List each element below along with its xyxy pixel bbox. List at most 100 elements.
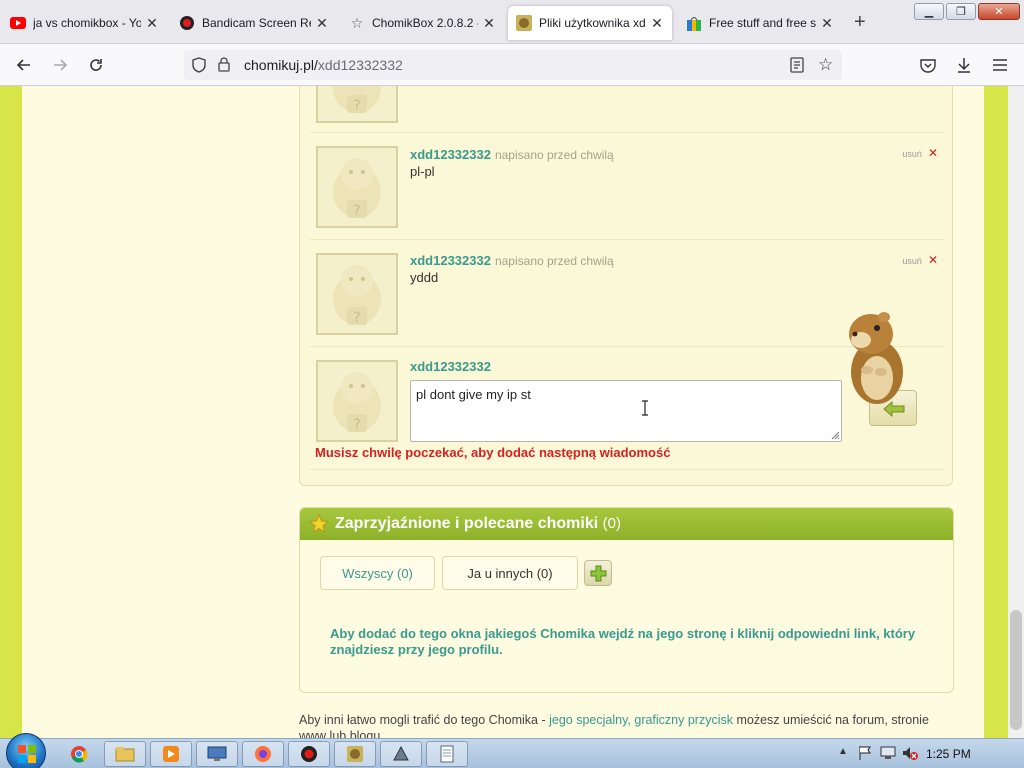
composer-author[interactable]: xdd12332332 <box>410 359 491 374</box>
svg-text:?: ? <box>353 203 360 219</box>
special-button-link[interactable]: jego specjalny, graficzny przycisk <box>549 713 733 727</box>
comment-partial: ? <box>310 86 944 133</box>
tab-label: Pliki użytkownika xdd <box>539 16 646 30</box>
text-cursor-icon <box>642 400 648 416</box>
browser-tab-bar: ja vs chomikbox - Yo ✕ Bandicam Screen R… <box>0 0 1024 44</box>
resize-grip-icon[interactable] <box>830 430 840 440</box>
volume-muted-icon[interactable] <box>902 745 918 764</box>
minimize-icon[interactable]: ▁ <box>914 3 944 20</box>
shield-icon[interactable] <box>192 57 206 76</box>
comment-text: pl-pl <box>410 164 435 179</box>
download-icon[interactable] <box>952 53 976 77</box>
youtube-icon <box>10 15 26 31</box>
app-taskbar-icon[interactable] <box>380 741 422 767</box>
windows-logo-icon <box>18 745 36 763</box>
reader-view-icon[interactable] <box>790 57 804 76</box>
lock-icon[interactable] <box>218 57 230 75</box>
restore-icon[interactable]: ❐ <box>946 3 976 20</box>
chrome-taskbar-icon[interactable] <box>58 741 100 767</box>
comment-textarea[interactable]: pl dont give my ip st <box>410 380 842 442</box>
firefox-taskbar-icon[interactable] <box>242 741 284 767</box>
comment-author[interactable]: xdd12332332 napisano przed chwilą <box>410 253 614 268</box>
navigation-bar: chomikuj.pl/xdd12332332 ☆ <box>0 44 1024 86</box>
star-icon <box>309 514 329 533</box>
start-button[interactable] <box>6 733 46 768</box>
avatar-hamster-placeholder[interactable]: ? <box>316 146 398 228</box>
delete-comment-button[interactable]: usuń ✕ <box>902 253 938 267</box>
svg-text:?: ? <box>353 98 360 114</box>
svg-text:?: ? <box>353 310 360 326</box>
add-friend-button[interactable] <box>584 560 612 586</box>
notepad-taskbar-icon[interactable] <box>426 741 468 767</box>
avatar-hamster-placeholder[interactable]: ? <box>316 253 398 335</box>
delete-x-icon[interactable]: ✕ <box>928 146 938 160</box>
avatar-hamster-placeholder[interactable]: ? <box>316 86 398 123</box>
tab-youtube[interactable]: ja vs chomikbox - Yo ✕ <box>2 6 167 40</box>
tab-label: ja vs chomikbox - Yo <box>33 16 141 30</box>
url-text: chomikuj.pl/xdd12332332 <box>244 57 403 73</box>
friends-panel-title: Zaprzyjaźnione i polecane chomiki (0) <box>335 515 621 532</box>
remote-desktop-taskbar-icon[interactable] <box>196 741 238 767</box>
back-arrow-icon[interactable] <box>12 53 36 77</box>
comment-text: yddd <box>410 270 439 285</box>
network-icon[interactable] <box>880 745 896 764</box>
chomik-icon <box>516 15 532 31</box>
pocket-icon[interactable] <box>916 53 940 77</box>
filter-all-button[interactable]: Wszyscy (0) <box>320 556 435 590</box>
windows-taskbar: ▲ 1:25 PM <box>0 733 1024 768</box>
tab-chomikbox[interactable]: ☆ ChomikBox 2.0.8.2 - ( ✕ <box>341 6 504 40</box>
comment-time: napisano przed chwilą <box>494 148 614 162</box>
page-scrollbar[interactable] <box>1008 86 1024 738</box>
chomikbox-taskbar-icon[interactable] <box>334 741 376 767</box>
bandicam-icon <box>179 15 195 31</box>
footer-text: Aby inni łatwo mogli trafić do tego Chom… <box>299 713 929 738</box>
explorer-taskbar-icon[interactable] <box>104 741 146 767</box>
tab-free-stuff[interactable]: Free stuff and free sh ✕ <box>678 6 842 40</box>
friends-count: (0) <box>602 515 621 532</box>
filter-me-in-others-button[interactable]: Ja u innych (0) <box>442 556 578 590</box>
bookmark-star-icon[interactable]: ☆ <box>818 56 833 73</box>
tab-close-icon[interactable]: ✕ <box>145 15 159 32</box>
taskbar-clock[interactable]: 1:25 PM <box>926 747 971 761</box>
comment-time: napisano przed chwilą <box>494 254 614 268</box>
show-hidden-icons-icon[interactable]: ▲ <box>838 746 848 757</box>
plus-icon <box>590 565 607 582</box>
scrollbar-thumb[interactable] <box>1010 610 1022 730</box>
tab-close-icon[interactable]: ✕ <box>820 15 834 32</box>
window-controls: ▁ ❐ ✕ <box>914 3 1020 20</box>
tab-label: Bandicam Screen Rec <box>202 16 311 30</box>
comment-item: ? xdd12332332 napisano przed chwilą pl-pl… <box>310 133 944 240</box>
action-center-flag-icon[interactable] <box>858 745 872 764</box>
delete-x-icon[interactable]: ✕ <box>928 253 938 267</box>
tab-bandicam[interactable]: Bandicam Screen Rec ✕ <box>171 6 337 40</box>
page-body: ? ? xdd12332332 napisano przed chwilą pl-… <box>22 86 984 738</box>
shopping-bag-icon <box>686 15 702 31</box>
new-tab-button[interactable]: + <box>854 12 866 32</box>
delete-comment-button[interactable]: usuń ✕ <box>902 146 938 160</box>
friends-info-text: Aby dodać do tego okna jakiegoś Chomika … <box>330 626 916 657</box>
page-viewport: ? ? xdd12332332 napisano przed chwilą pl-… <box>0 86 1024 738</box>
avatar-hamster-placeholder[interactable]: ? <box>316 360 398 442</box>
friends-panel-header: Zaprzyjaźnione i polecane chomiki (0) <box>300 508 953 540</box>
tab-close-icon[interactable]: ✕ <box>650 15 664 32</box>
tab-close-icon[interactable]: ✕ <box>482 15 496 32</box>
comment-author[interactable]: xdd12332332 napisano przed chwilą <box>410 147 614 162</box>
address-bar[interactable]: chomikuj.pl/xdd12332332 ☆ <box>184 50 842 80</box>
friends-panel: Zaprzyjaźnione i polecane chomiki (0) Ws… <box>299 507 954 693</box>
comments-panel: ? ? xdd12332332 napisano przed chwilą pl-… <box>299 86 953 486</box>
menu-hamburger-icon[interactable] <box>988 53 1012 77</box>
system-tray: ▲ 1:25 PM <box>834 739 1024 768</box>
tab-label: Free stuff and free sh <box>709 16 816 30</box>
tab-label: ChomikBox 2.0.8.2 - ( <box>372 16 478 30</box>
tab-close-icon[interactable]: ✕ <box>315 15 329 32</box>
hamster-mascot-image <box>837 310 913 406</box>
media-player-taskbar-icon[interactable] <box>150 741 192 767</box>
close-window-icon[interactable]: ✕ <box>978 3 1020 20</box>
star-icon: ☆ <box>350 14 364 31</box>
comment-textarea-value: pl dont give my ip st <box>416 387 531 402</box>
forward-arrow-icon[interactable] <box>48 53 72 77</box>
reload-icon[interactable] <box>84 53 108 77</box>
error-message: Musisz chwilę poczekać, aby dodać następ… <box>315 445 671 460</box>
bandicam-taskbar-icon[interactable] <box>288 741 330 767</box>
tab-pliki-uzytkownika[interactable]: Pliki użytkownika xdd ✕ <box>508 6 672 40</box>
